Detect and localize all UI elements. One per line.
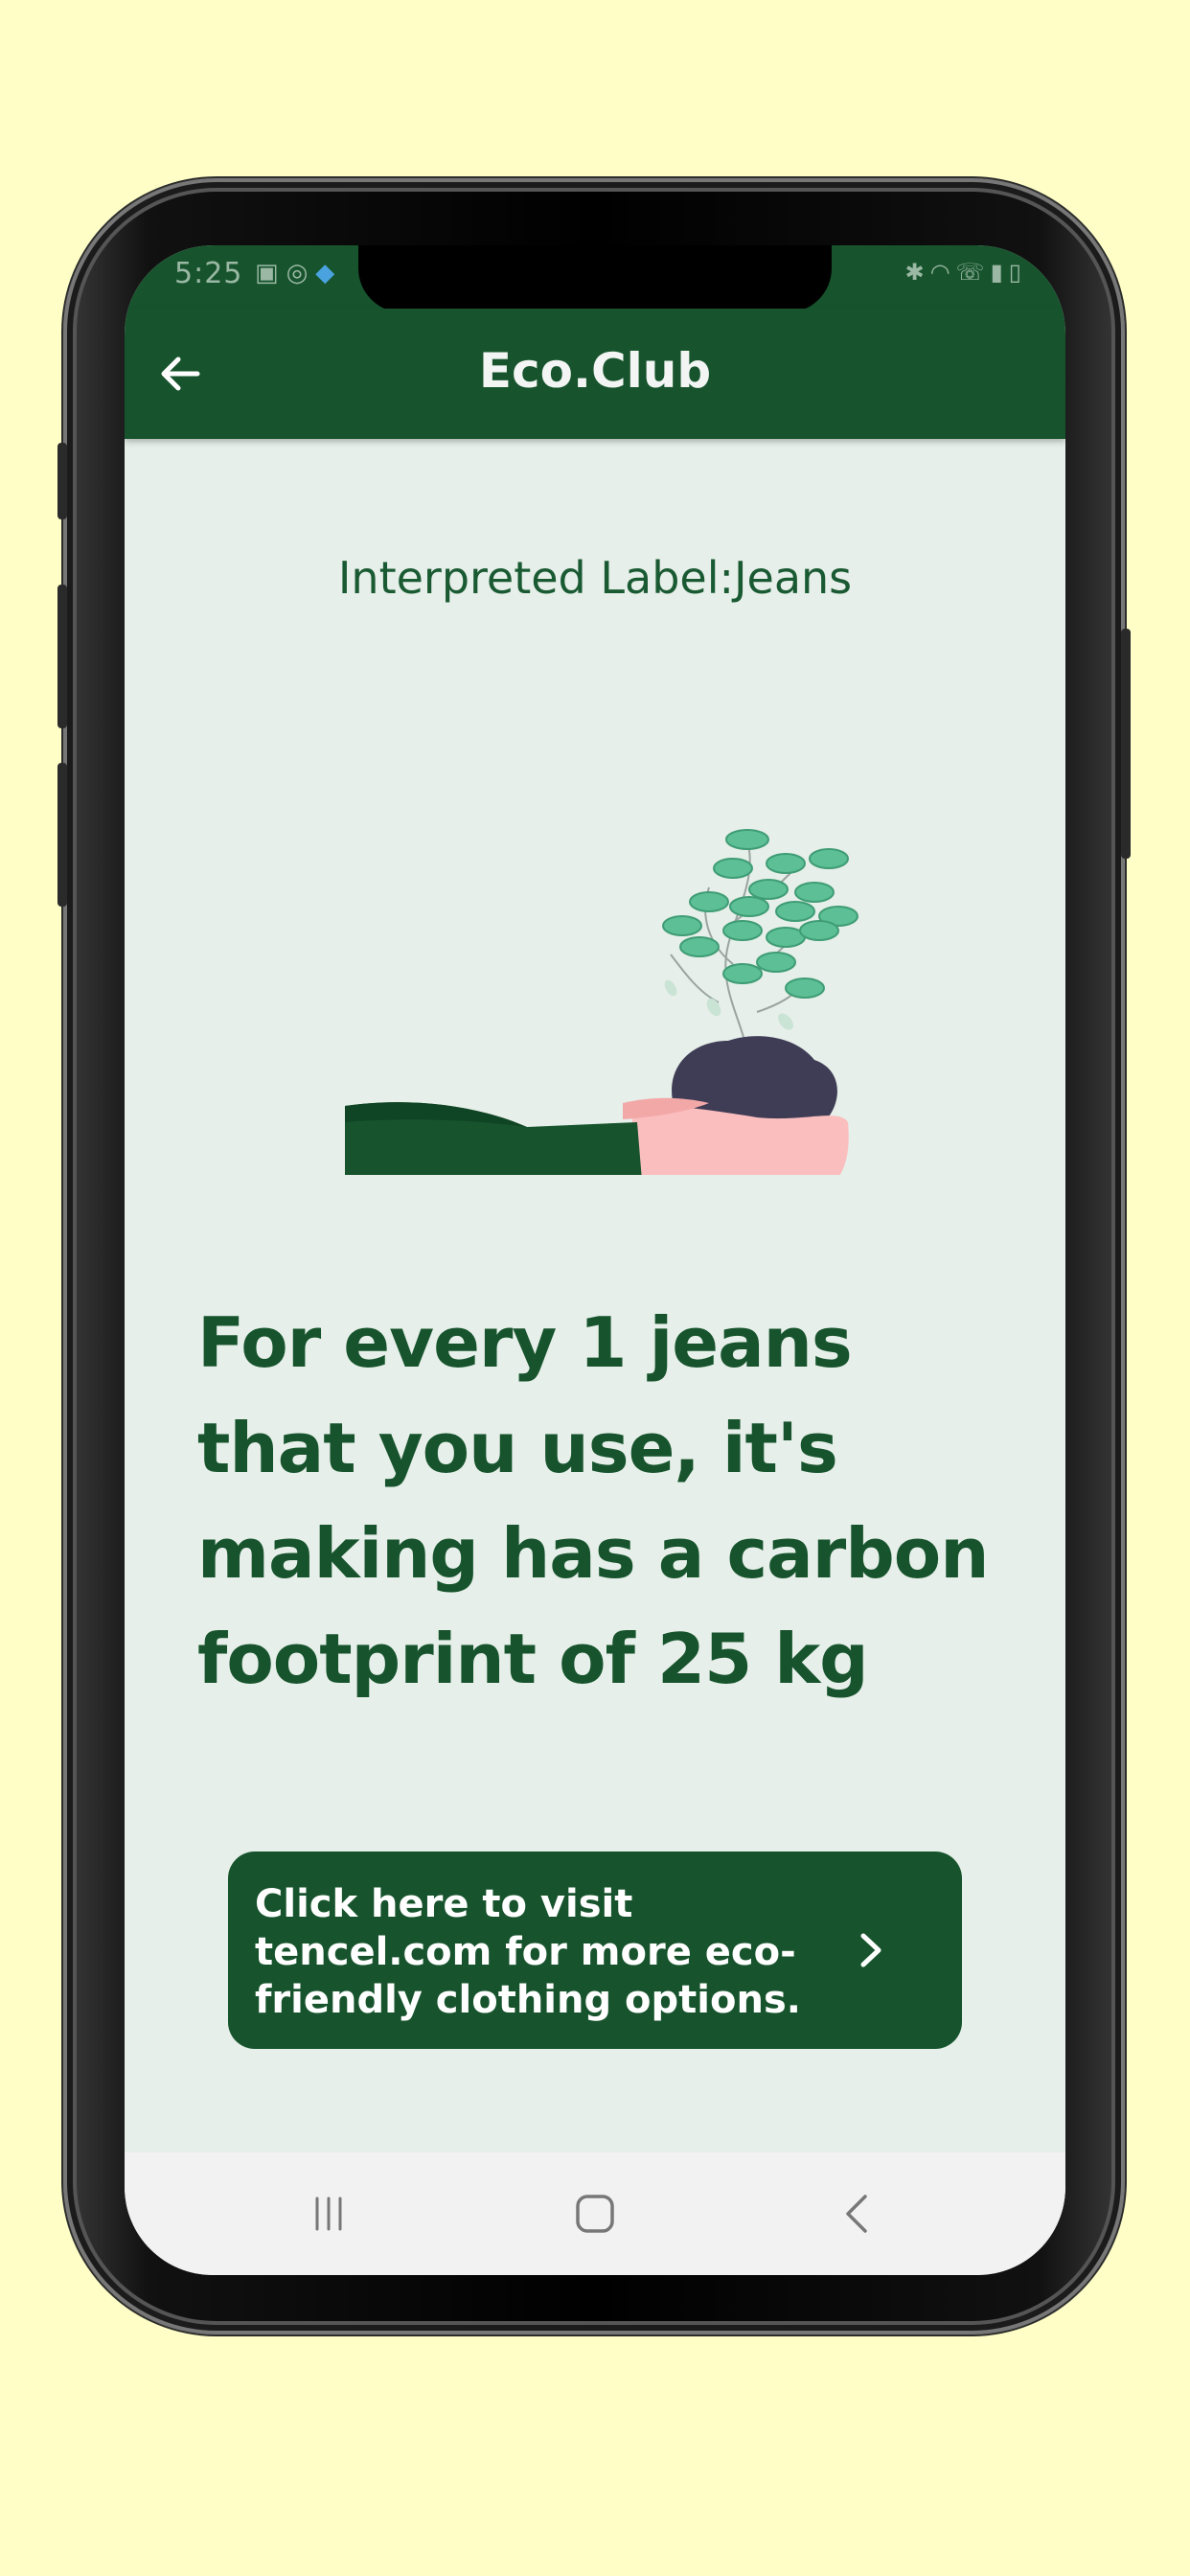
status-time: 5:25 (174, 257, 243, 290)
app-title: Eco.Club (478, 343, 712, 399)
flutter-icon: ◆ (315, 259, 343, 288)
recent-apps-icon (315, 2196, 342, 2231)
plant-leaves (662, 829, 858, 999)
recent-apps-button[interactable] (290, 2183, 367, 2244)
carbon-footprint-headline: For every 1 jeans that you use, it's mak… (197, 1302, 990, 1699)
interpreted-label: Interpreted Label:Jeans (337, 552, 853, 604)
status-left-icons: ▣◎◆ (255, 259, 342, 288)
nav-back-button[interactable] (818, 2183, 895, 2244)
hand (632, 1106, 849, 1175)
back-icon (846, 2195, 867, 2233)
camera-notch (358, 245, 832, 312)
bluetooth-icon: ✱ (904, 259, 930, 286)
side-button-power (1121, 629, 1131, 859)
visit-tencel-button[interactable]: Click here to visit tencel.com for more … (228, 1852, 962, 2049)
signal-icon: ▮ (990, 259, 1009, 286)
phone-screen: 5:25 ▣◎◆ ✱◠☏▮▯ Eco.Club Interpreted Labe… (125, 245, 1065, 2275)
system-nav-bar (125, 2152, 1065, 2275)
side-button-silent (57, 443, 67, 519)
status-right-icons: ✱◠☏▮▯ (904, 259, 1027, 286)
home-button[interactable] (557, 2183, 633, 2244)
side-button-volume-down (57, 763, 67, 907)
call-icon: ☏ (955, 259, 991, 286)
wifi-icon: ◠ (929, 259, 956, 286)
chevron-right-icon (860, 1933, 881, 1967)
image-icon: ▣ (255, 259, 286, 288)
visit-tencel-label: Click here to visit tencel.com for more … (255, 1882, 801, 2022)
side-button-volume-up (57, 585, 67, 728)
plant-in-hand-illustration (345, 829, 858, 1175)
battery-icon: ▯ (1008, 259, 1027, 286)
record-icon: ◎ (286, 259, 316, 288)
app-bar: Eco.Club (125, 309, 1065, 439)
home-icon (576, 2195, 614, 2233)
